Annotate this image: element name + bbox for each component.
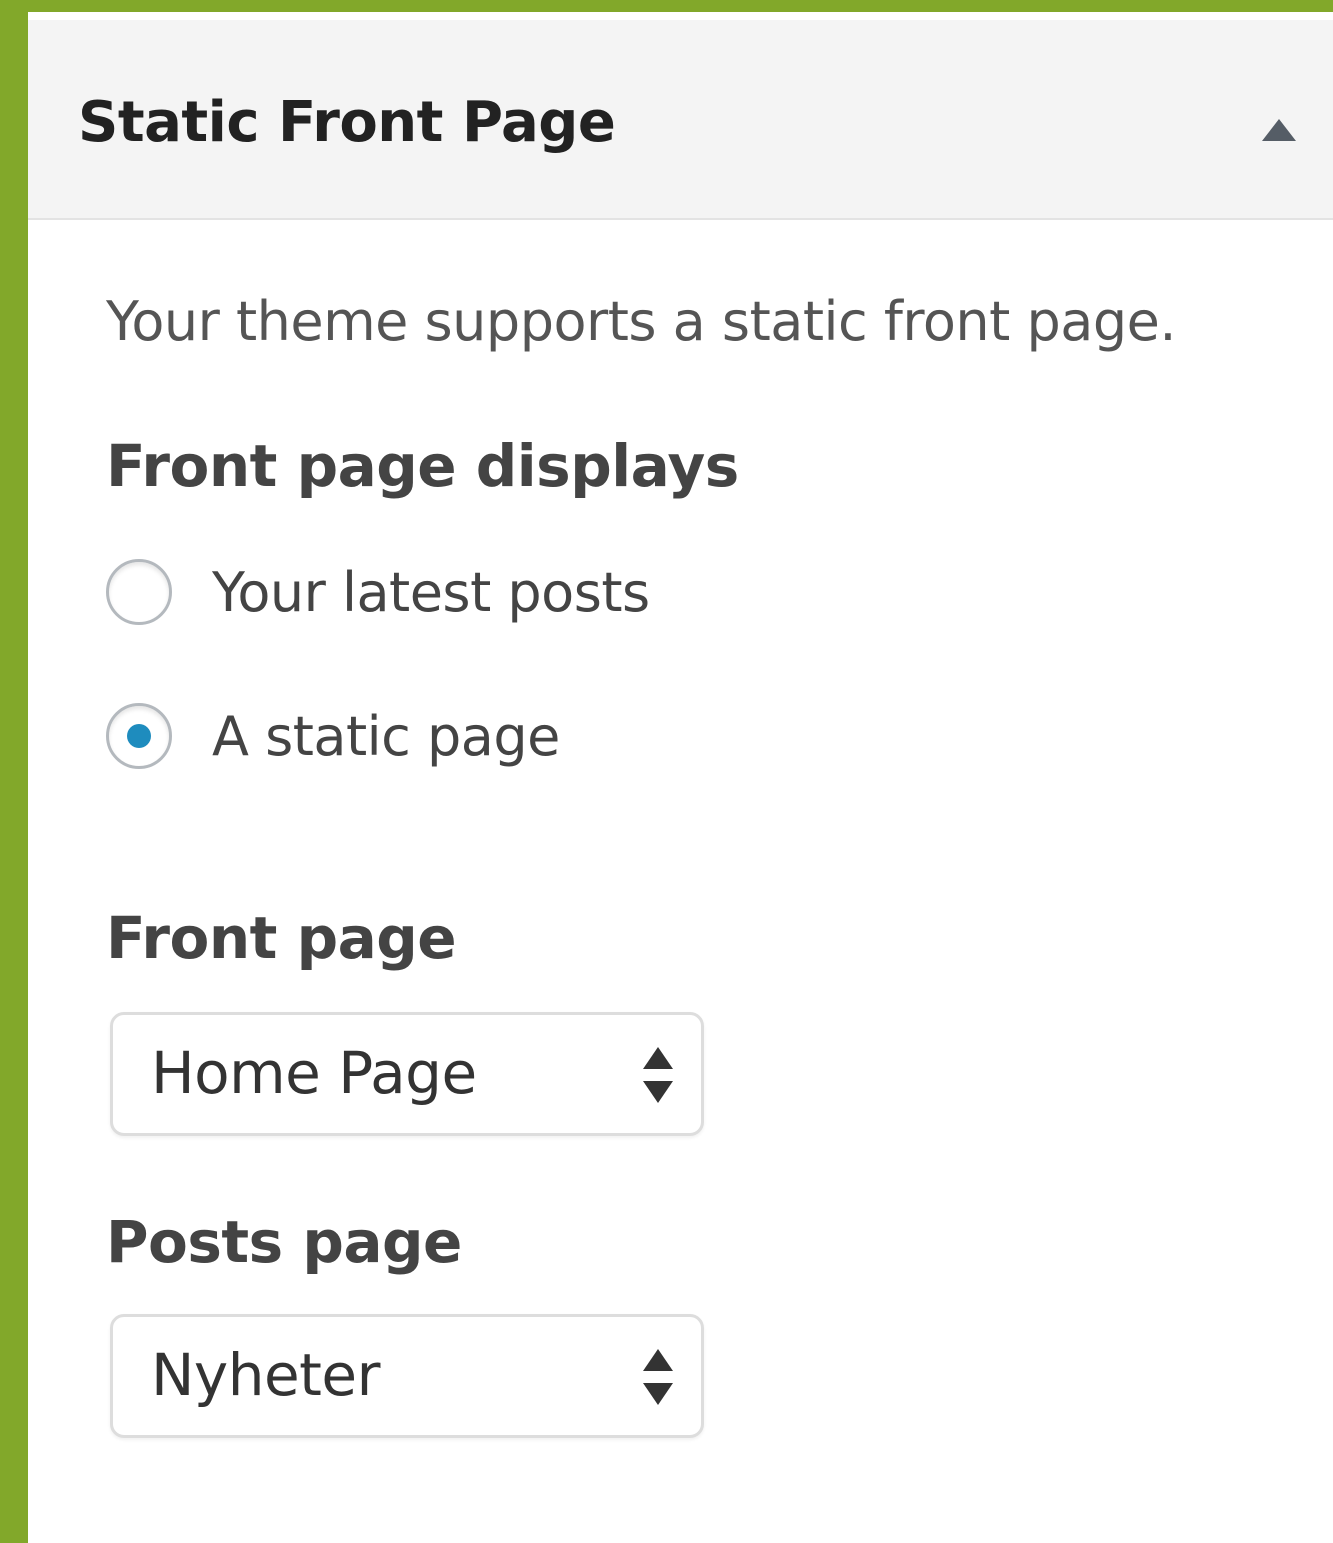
triangle-up-icon: [1262, 119, 1296, 141]
select-arrows-icon: [643, 1349, 673, 1405]
front-page-select[interactable]: Home Page: [110, 1012, 704, 1136]
posts-page-label: Posts page: [106, 1208, 462, 1276]
radio-button-static-page[interactable]: [106, 703, 172, 769]
radio-label-latest-posts: Your latest posts: [212, 560, 650, 624]
front-page-label: Front page: [106, 904, 457, 972]
section-header[interactable]: Static Front Page: [28, 20, 1333, 220]
radio-label-static-page: A static page: [212, 704, 560, 768]
front-page-displays-label: Front page displays: [106, 432, 739, 500]
radio-selected-dot: [127, 724, 151, 748]
posts-page-select-value: Nyheter: [151, 1341, 380, 1409]
front-page-select-value: Home Page: [151, 1039, 477, 1107]
customizer-panel: Static Front Page Your theme supports a …: [28, 12, 1333, 1543]
section-title: Static Front Page: [78, 90, 616, 155]
radio-option-static-page[interactable]: A static page: [106, 696, 560, 776]
radio-button-latest-posts[interactable]: [106, 559, 172, 625]
select-arrows-icon: [643, 1047, 673, 1103]
collapse-toggle-button[interactable]: [1253, 104, 1305, 156]
radio-option-latest-posts[interactable]: Your latest posts: [106, 552, 650, 632]
section-description: Your theme supports a static front page.: [106, 290, 1177, 353]
posts-page-select[interactable]: Nyheter: [110, 1314, 704, 1438]
